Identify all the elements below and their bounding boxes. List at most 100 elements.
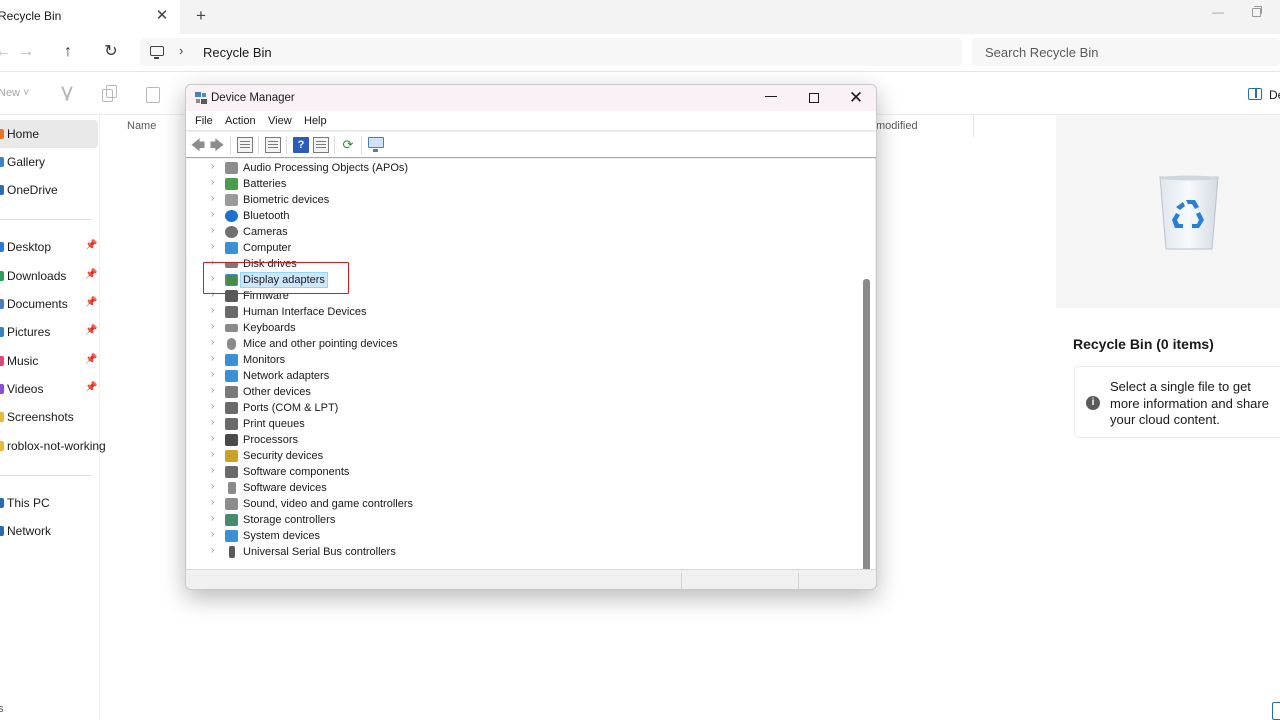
computer-monitor-icon[interactable] (368, 137, 384, 152)
expand-icon[interactable]: › (211, 497, 214, 508)
expand-icon[interactable]: › (211, 433, 214, 444)
tree-node-print-queues[interactable]: › Print queues (187, 416, 847, 432)
tree-node-batteries[interactable]: › Batteries (187, 176, 847, 192)
up-button[interactable]: ↑ (57, 42, 79, 62)
forward-button[interactable]: → (15, 42, 37, 62)
expand-icon[interactable]: › (211, 337, 214, 348)
sidebar-item-screenshots[interactable]: Screenshots (0, 403, 98, 431)
expand-icon[interactable]: › (211, 321, 214, 332)
search-input[interactable]: Search Recycle Bin (985, 45, 1098, 60)
expand-icon[interactable]: › (211, 401, 214, 412)
refresh-button[interactable]: ↻ (100, 42, 122, 62)
tree-node-system-devices[interactable]: › System devices (187, 528, 847, 544)
expand-icon[interactable]: › (211, 177, 214, 188)
show-hide-console-tree-icon[interactable] (237, 137, 253, 153)
expand-icon[interactable]: › (211, 193, 214, 204)
menu-action[interactable]: Action (225, 115, 256, 127)
back-button[interactable]: ← (0, 42, 14, 62)
close-icon[interactable]: ✕ (848, 88, 864, 108)
tree-node-biometric-devices[interactable]: › Biometric devices (187, 192, 847, 208)
sidebar-item-downloads[interactable]: Downloads 📌 (0, 262, 98, 290)
sidebar-item-roblox-not-working[interactable]: roblox-not-working (0, 432, 106, 460)
address-bar[interactable]: › Recycle Bin (140, 38, 962, 66)
tree-node-software-components[interactable]: › Software components (187, 464, 847, 480)
expand-icon[interactable]: › (211, 385, 214, 396)
tree-node-mice[interactable]: › Mice and other pointing devices (187, 336, 847, 352)
sidebar-item-onedrive[interactable]: OneDrive (0, 176, 98, 204)
expand-icon[interactable]: › (211, 209, 214, 220)
this-pc-icon (0, 498, 4, 508)
details-button[interactable]: De (1269, 88, 1280, 102)
tree-node-other-devices[interactable]: › Other devices (187, 384, 847, 400)
device-manager-titlebar[interactable]: Device Manager ✕ (186, 85, 876, 111)
new-tab-button[interactable]: + (192, 6, 210, 26)
menu-view[interactable]: View (268, 115, 292, 127)
tree-node-network-adapters[interactable]: › Network adapters (187, 368, 847, 384)
expand-icon[interactable]: › (211, 465, 214, 476)
tree-node-ports[interactable]: › Ports (COM & LPT) (187, 400, 847, 416)
expand-icon[interactable]: › (211, 353, 214, 364)
sidebar-item-gallery[interactable]: Gallery (0, 148, 98, 176)
help-icon[interactable]: ? (293, 137, 309, 153)
expand-icon[interactable]: › (211, 161, 214, 172)
tree-node-software-devices[interactable]: › Software devices (187, 480, 847, 496)
maximize-icon[interactable] (809, 93, 819, 103)
sidebar-item-network[interactable]: Network (0, 517, 98, 545)
tab-recycle-bin[interactable]: Recycle Bin ✕ (0, 0, 180, 34)
expand-icon[interactable]: › (211, 481, 214, 492)
minimize-icon[interactable] (765, 96, 777, 97)
videos-icon (0, 384, 4, 394)
details-pane-icon[interactable] (1248, 88, 1262, 100)
copy-icon[interactable] (100, 85, 118, 103)
column-divider[interactable] (973, 115, 974, 137)
column-header-modified[interactable]: modified (876, 120, 918, 132)
tree-node-storage-controllers[interactable]: › Storage controllers (187, 512, 847, 528)
search-box[interactable]: Search Recycle Bin (972, 38, 1280, 66)
tree-node-bluetooth[interactable]: › Bluetooth (187, 208, 847, 224)
tree-node-audio-processing-objects[interactable]: › Audio Processing Objects (APOs) (187, 160, 847, 176)
sidebar-item-documents[interactable]: Documents 📌 (0, 290, 98, 318)
update-driver-icon[interactable] (313, 137, 329, 153)
tree-node-keyboards[interactable]: › Keyboards (187, 320, 847, 336)
restore-icon[interactable] (1250, 6, 1262, 18)
expand-icon[interactable]: › (211, 305, 214, 316)
tree-node-security-devices[interactable]: › Security devices (187, 448, 847, 464)
close-tab-icon[interactable]: ✕ (154, 7, 170, 25)
properties-icon[interactable] (265, 137, 281, 153)
expand-icon[interactable]: › (211, 369, 214, 380)
tree-node-computer[interactable]: › Computer (187, 240, 847, 256)
expand-icon[interactable]: › (211, 417, 214, 428)
tree-node-sound-video-game-controllers[interactable]: › Sound, video and game controllers (187, 496, 847, 512)
tree-node-cameras[interactable]: › Cameras (187, 224, 847, 240)
back-arrow-icon[interactable]: 🡄 (190, 137, 206, 153)
breadcrumb[interactable]: Recycle Bin (203, 45, 272, 60)
sidebar-item-videos[interactable]: Videos 📌 (0, 375, 98, 403)
vertical-scrollbar[interactable] (863, 279, 870, 589)
scan-hardware-icon[interactable]: ⟳ (340, 137, 356, 153)
menu-help[interactable]: Help (304, 115, 327, 127)
chevron-right-icon[interactable]: › (179, 43, 183, 58)
minimize-icon[interactable]: — (1210, 5, 1226, 21)
cut-icon[interactable] (58, 85, 76, 103)
menu-file[interactable]: File (195, 115, 213, 127)
sidebar-item-home[interactable]: Home (0, 120, 98, 148)
view-toggle-icon[interactable] (1272, 702, 1280, 720)
paste-icon[interactable] (143, 85, 161, 103)
expand-icon[interactable]: › (211, 545, 214, 556)
sidebar-item-desktop[interactable]: Desktop 📌 (0, 233, 98, 261)
forward-arrow-icon[interactable]: 🡆 (209, 137, 225, 153)
tree-node-processors[interactable]: › Processors (187, 432, 847, 448)
expand-icon[interactable]: › (211, 449, 214, 460)
sidebar-item-music[interactable]: Music 📌 (0, 347, 98, 375)
tree-node-monitors[interactable]: › Monitors (187, 352, 847, 368)
tree-node-usb-controllers[interactable]: › Universal Serial Bus controllers (187, 544, 847, 560)
expand-icon[interactable]: › (211, 225, 214, 236)
expand-icon[interactable]: › (211, 513, 214, 524)
expand-icon[interactable]: › (211, 529, 214, 540)
sidebar-item-pictures[interactable]: Pictures 📌 (0, 318, 98, 346)
column-header-name[interactable]: Name (127, 120, 156, 132)
tree-node-human-interface-devices[interactable]: › Human Interface Devices (187, 304, 847, 320)
expand-icon[interactable]: › (211, 241, 214, 252)
sidebar-item-this-pc[interactable]: This PC (0, 489, 98, 517)
new-button[interactable]: New ˅ (0, 87, 30, 99)
